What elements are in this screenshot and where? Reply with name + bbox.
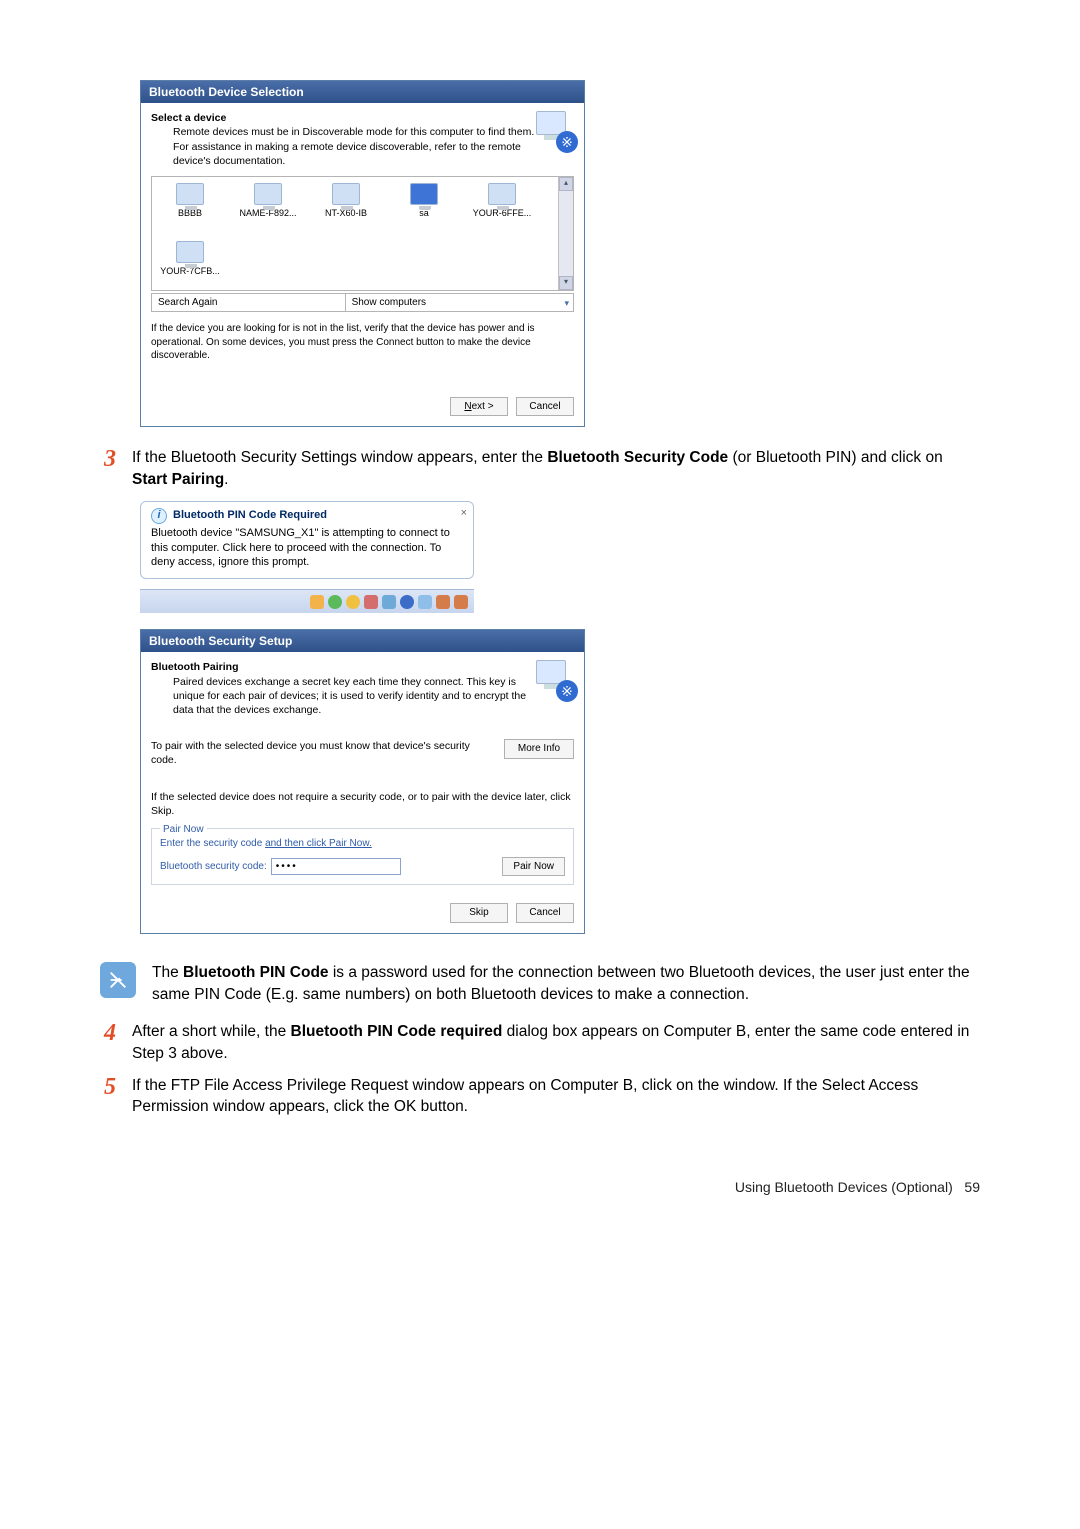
scrollbar[interactable]: ▴▾ <box>558 177 573 290</box>
device-item[interactable]: YOUR-6FFE... <box>468 183 536 230</box>
pin-required-tooltip[interactable]: × i Bluetooth PIN Code Required Bluetooth… <box>140 501 474 580</box>
tray-icon[interactable] <box>436 595 450 609</box>
device-item-selected[interactable]: sa <box>390 183 458 230</box>
pair-now-button[interactable]: Pair Now <box>502 857 565 877</box>
cancel-button[interactable]: Cancel <box>516 903 574 923</box>
step-number-4: 4 <box>100 1021 120 1064</box>
note-icon <box>100 962 136 998</box>
bluetooth-logo-icon: ※ <box>536 660 574 698</box>
step-3-text: If the Bluetooth Security Settings windo… <box>132 447 980 490</box>
security-setup-dialog: Bluetooth Security Setup Bluetooth Pairi… <box>140 629 585 934</box>
tray-icon[interactable] <box>364 595 378 609</box>
help-text: If the device you are looking for is not… <box>151 322 574 363</box>
select-device-subtext: Remote devices must be in Discoverable m… <box>173 125 536 168</box>
tray-icon[interactable] <box>418 595 432 609</box>
code-label: Bluetooth security code: <box>160 860 267 874</box>
bluetooth-tray-icon[interactable] <box>400 595 414 609</box>
device-list[interactable]: BBBB NAME-F892... NT-X60-IB sa YOUR-6FFE… <box>151 176 574 291</box>
device-item[interactable]: NAME-F892... <box>234 183 302 230</box>
dialog-title: Bluetooth Device Selection <box>141 81 584 103</box>
step-number-5: 5 <box>100 1075 120 1118</box>
device-item[interactable]: BBBB <box>156 183 224 230</box>
tray-icon[interactable] <box>310 595 324 609</box>
more-info-button[interactable]: More Info <box>504 739 574 759</box>
system-tray <box>140 589 474 613</box>
skip-button[interactable]: Skip <box>450 903 508 923</box>
close-icon[interactable]: × <box>461 506 467 521</box>
security-code-input[interactable] <box>271 858 401 875</box>
cancel-button[interactable]: Cancel <box>516 397 574 417</box>
pair-instruction: To pair with the selected device you mus… <box>151 739 484 767</box>
next-button[interactable]: Next > <box>450 397 508 417</box>
step-4-text: After a short while, the Bluetooth PIN C… <box>132 1021 980 1064</box>
tooltip-text: Bluetooth device "SAMSUNG_X1" is attempt… <box>151 526 463 571</box>
pair-now-group: Pair Now Enter the security code and the… <box>151 828 574 886</box>
step-5-text: If the FTP File Access Privilege Request… <box>132 1075 980 1118</box>
dialog-title: Bluetooth Security Setup <box>141 630 584 652</box>
filter-dropdown[interactable]: Show computers <box>346 293 574 313</box>
device-selection-dialog: Bluetooth Device Selection Select a devi… <box>140 80 585 427</box>
bluetooth-logo-icon: ※ <box>536 111 574 149</box>
device-item[interactable]: YOUR-7CFB... <box>156 241 224 288</box>
skip-instruction: If the selected device does not require … <box>151 790 574 818</box>
tray-icon[interactable] <box>382 595 396 609</box>
pair-now-legend: Pair Now <box>160 823 207 837</box>
page-footer: Using Bluetooth Devices (Optional) 59 <box>100 1178 980 1197</box>
note-text: The Bluetooth PIN Code is a password use… <box>152 962 980 1005</box>
step-number-3: 3 <box>100 447 120 490</box>
tray-icon[interactable] <box>454 595 468 609</box>
info-icon: i <box>151 508 167 524</box>
pairing-heading: Bluetooth Pairing <box>151 660 536 674</box>
pairing-subtext: Paired devices exchange a secret key eac… <box>173 675 536 718</box>
select-device-heading: Select a device <box>151 111 536 125</box>
tray-icon[interactable] <box>346 595 360 609</box>
search-again-button[interactable]: Search Again <box>151 293 346 313</box>
tray-icon[interactable] <box>328 595 342 609</box>
device-item[interactable]: NT-X60-IB <box>312 183 380 230</box>
tooltip-title: Bluetooth PIN Code Required <box>173 508 327 523</box>
